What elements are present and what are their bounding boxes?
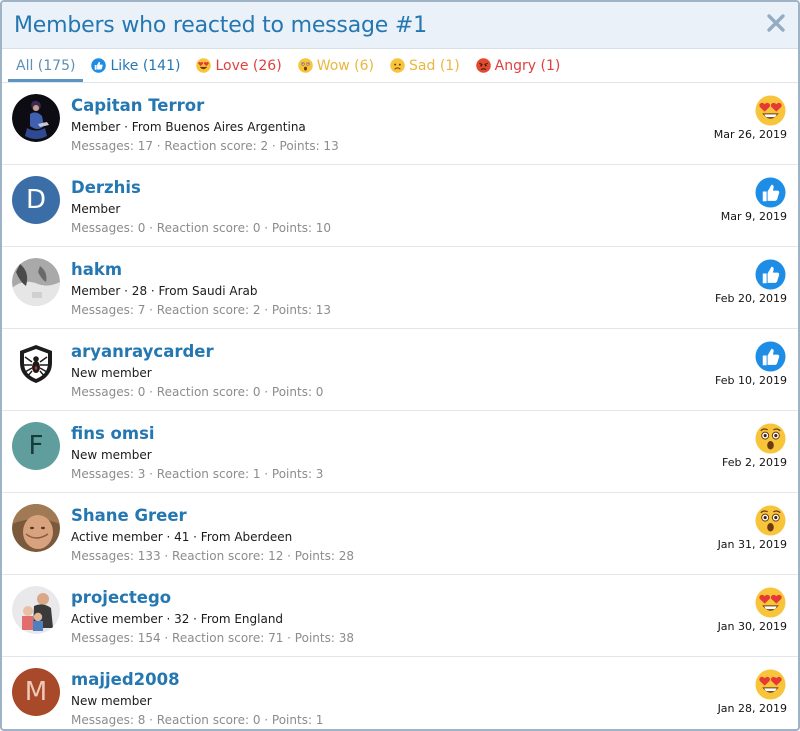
list-item: aryanraycarder New member Messages: 0 · … [2, 329, 798, 411]
member-name[interactable]: projectego [71, 588, 171, 607]
list-item: M majjed2008 New member Messages: 8 · Re… [2, 657, 798, 729]
dialog-title: Members who reacted to message #1 [14, 12, 427, 38]
member-stats: Messages: 0 · Reaction score: 0 · Points… [71, 385, 324, 399]
tab-angry[interactable]: Angry (1) [468, 49, 569, 82]
reaction-date: Mar 26, 2019 [713, 128, 787, 141]
reaction-date: Mar 9, 2019 [720, 210, 787, 223]
member-name[interactable]: hakm [71, 260, 122, 279]
member-name[interactable]: Derzhis [71, 178, 141, 197]
tab-label: Sad (1) [409, 57, 460, 74]
member-name[interactable]: Shane Greer [71, 506, 187, 525]
tab-label: Like (141) [110, 57, 181, 74]
love-icon [755, 95, 786, 126]
member-stats: Messages: 154 · Reaction score: 71 · Poi… [71, 631, 354, 645]
member-name[interactable]: aryanraycarder [71, 342, 214, 361]
member-name[interactable]: Capitan Terror [71, 96, 204, 115]
love-icon [755, 587, 786, 618]
avatar[interactable]: M [12, 668, 60, 716]
member-meta: Active member · 32 · From England [71, 612, 284, 626]
wow-icon [755, 505, 786, 536]
tab-label: Angry (1) [494, 57, 561, 74]
member-name[interactable]: fins omsi [71, 424, 155, 443]
tab-love[interactable]: Love (26) [188, 49, 289, 82]
like-icon [755, 177, 786, 208]
member-meta: New member [71, 694, 152, 708]
member-meta: Member · From Buenos Aires Argentina [71, 120, 306, 134]
member-stats: Messages: 0 · Reaction score: 0 · Points… [71, 221, 332, 235]
tab-like[interactable]: Like (141) [83, 49, 188, 82]
reaction-date: Feb 10, 2019 [715, 374, 787, 387]
member-meta: Member [71, 202, 121, 216]
list-item: Capitan Terror Member · From Buenos Aire… [2, 83, 798, 165]
reaction-date: Feb 20, 2019 [715, 292, 787, 305]
reaction-date: Jan 31, 2019 [717, 538, 787, 551]
member-name[interactable]: majjed2008 [71, 670, 180, 689]
member-meta: Member · 28 · From Saudi Arab [71, 284, 258, 298]
member-meta: New member [71, 448, 152, 462]
avatar[interactable] [12, 586, 60, 634]
like-icon [91, 58, 107, 73]
member-stats: Messages: 3 · Reaction score: 1 · Points… [71, 467, 324, 481]
member-meta: New member [71, 366, 152, 380]
list-item: D Derzhis Member Messages: 0 · Reaction … [2, 165, 798, 247]
list-item: hakm Member · 28 · From Saudi Arab Messa… [2, 247, 798, 329]
reaction-date: Jan 30, 2019 [717, 620, 787, 633]
tab-wow[interactable]: Wow (6) [290, 49, 382, 82]
like-icon [755, 259, 786, 290]
member-stats: Messages: 133 · Reaction score: 12 · Poi… [71, 549, 354, 563]
list-item: Shane Greer Active member · 41 · From Ab… [2, 493, 798, 575]
avatar[interactable] [12, 94, 60, 142]
reactions-dialog: Members who reacted to message #1 All (1… [0, 0, 800, 731]
wow-icon [755, 423, 786, 454]
reaction-date: Feb 2, 2019 [722, 456, 787, 469]
avatar[interactable] [12, 340, 60, 388]
tab-all[interactable]: All (175) [8, 49, 84, 82]
avatar-letter: F [28, 431, 44, 461]
tab-label: Wow (6) [316, 57, 375, 74]
member-stats: Messages: 8 · Reaction score: 0 · Points… [71, 713, 324, 727]
tab-sad[interactable]: Sad (1) [382, 49, 468, 82]
angry-icon [475, 58, 491, 73]
member-stats: Messages: 7 · Reaction score: 2 · Points… [71, 303, 332, 317]
avatar[interactable]: F [12, 422, 60, 470]
member-meta: Active member · 41 · From Aberdeen [71, 530, 293, 544]
reaction-date: Jan 28, 2019 [717, 702, 787, 715]
reaction-tabs: All (175) Like (141) Love (26) Wow (6) S… [2, 49, 798, 83]
tab-label: All (175) [16, 57, 76, 74]
avatar[interactable]: D [12, 176, 60, 224]
sad-icon [390, 58, 405, 73]
like-icon [755, 341, 786, 372]
avatar[interactable] [12, 504, 60, 552]
love-icon [196, 58, 212, 73]
close-icon[interactable] [764, 11, 788, 35]
list-item: F fins omsi New member Messages: 3 · Rea… [2, 411, 798, 493]
avatar-letter: D [25, 185, 47, 215]
list-item: projectego Active member · 32 · From Eng… [2, 575, 798, 657]
avatar[interactable] [12, 258, 60, 306]
tab-label: Love (26) [215, 57, 282, 74]
member-stats: Messages: 17 · Reaction score: 2 · Point… [71, 139, 339, 153]
avatar-letter: M [24, 677, 48, 707]
member-list: Capitan Terror Member · From Buenos Aire… [2, 83, 798, 729]
love-icon [755, 669, 786, 700]
dialog-header: Members who reacted to message #1 [2, 2, 798, 49]
wow-icon [297, 58, 313, 73]
